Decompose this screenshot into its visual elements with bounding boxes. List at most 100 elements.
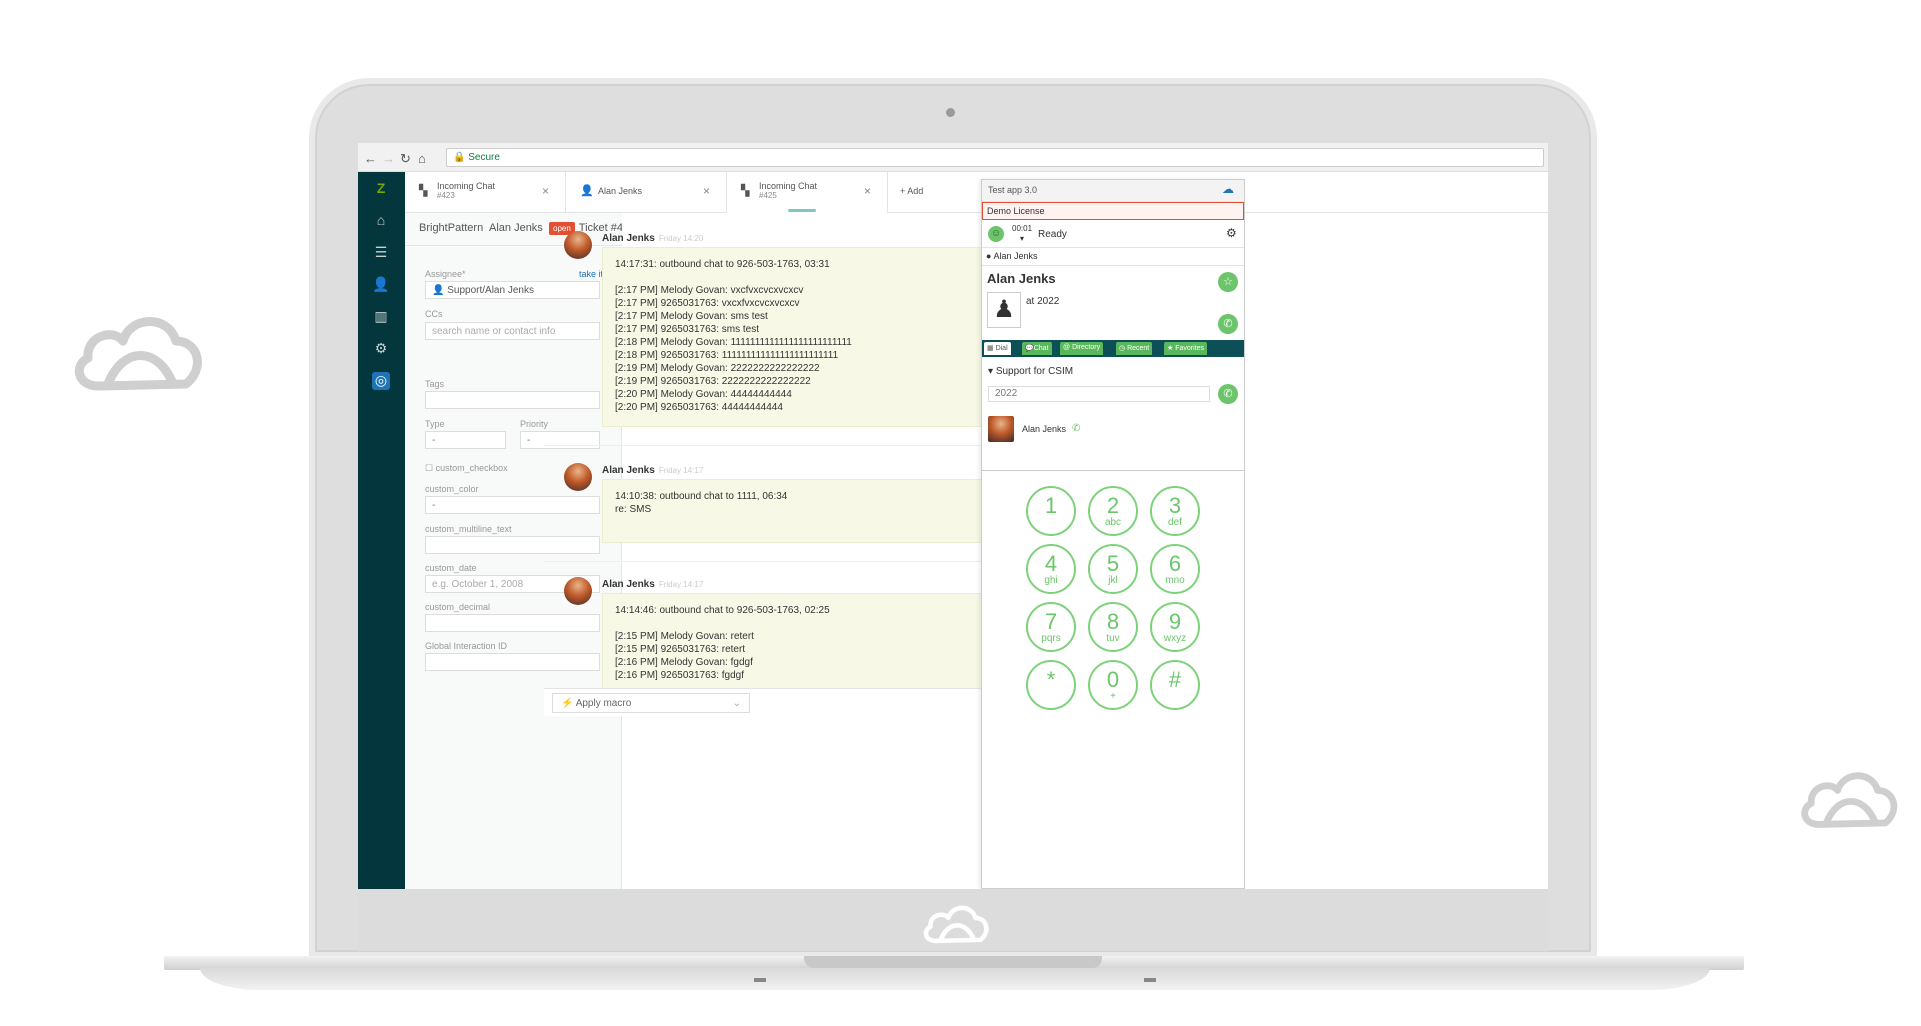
tab-directory[interactable]: @ Directory bbox=[1060, 342, 1104, 355]
back-icon[interactable]: ← bbox=[364, 151, 377, 166]
license-banner: Demo License bbox=[982, 202, 1244, 220]
tab-incoming-chat-423[interactable]: ▚ Incoming Chat #423 × bbox=[405, 172, 566, 213]
color-select[interactable]: - bbox=[425, 496, 600, 514]
assignee-field[interactable]: 👤 Support/Alan Jenks bbox=[425, 281, 600, 299]
tab-chat[interactable]: 💬Chat bbox=[1022, 342, 1052, 355]
call-icon[interactable]: ✆ bbox=[1218, 314, 1238, 334]
settings-nav-icon[interactable]: ⚙ bbox=[372, 340, 390, 358]
tab-chat-label: Chat bbox=[1033, 345, 1049, 352]
favorite-star-icon[interactable]: ☆ bbox=[1218, 272, 1238, 292]
breadcrumb-user[interactable]: Alan Jenks bbox=[489, 222, 543, 234]
tab-dial-label: Dial bbox=[995, 345, 1008, 352]
keypad-key[interactable]: 8 tuv bbox=[1088, 602, 1138, 652]
group-selector[interactable]: ▾ Support for CSIM bbox=[988, 366, 1073, 377]
keypad-key[interactable]: 7 pqrs bbox=[1026, 602, 1076, 652]
author-name: Alan Jenks bbox=[602, 579, 655, 590]
ticket-tab-bar: ▚ Incoming Chat #423 × 👤 Alan Jenks × ▚ … bbox=[405, 172, 1548, 213]
keypad-key[interactable]: 0 + bbox=[1088, 660, 1138, 710]
type-select[interactable]: - bbox=[425, 431, 506, 449]
reload-icon[interactable]: ↻ bbox=[400, 151, 411, 167]
cloud-app-icon[interactable]: ☁ bbox=[1222, 182, 1234, 196]
app-title: Test app 3.0 bbox=[988, 185, 1038, 195]
home-nav-icon[interactable]: ⌂ bbox=[372, 212, 390, 230]
divider bbox=[544, 561, 984, 562]
gear-icon[interactable]: ⚙ bbox=[1226, 226, 1237, 240]
assignee-label: Assignee* bbox=[425, 269, 466, 279]
tab-recent[interactable]: ◷ Recent bbox=[1116, 342, 1153, 355]
laptop-base-lower bbox=[200, 968, 1710, 990]
laptop-foot bbox=[754, 978, 766, 982]
key-digit: 0 bbox=[1106, 667, 1120, 692]
key-letters: def bbox=[1168, 517, 1182, 528]
contact-small-name: Alan Jenks bbox=[993, 251, 1038, 261]
chat-tab-icon: ▚ bbox=[419, 185, 428, 197]
keypad-key[interactable]: * bbox=[1026, 660, 1076, 710]
laptop-notch bbox=[804, 956, 1102, 968]
keypad-key[interactable]: # bbox=[1150, 660, 1200, 710]
reporting-nav-icon[interactable]: ▥ bbox=[372, 308, 390, 326]
keypad-key[interactable]: 5 jkl bbox=[1088, 544, 1138, 594]
contact-name: Alan Jenks bbox=[987, 271, 1056, 286]
app-nav-icon[interactable]: ◎ bbox=[372, 372, 390, 390]
tab-close-icon[interactable]: × bbox=[542, 184, 549, 198]
macro-bar: ⚡ Apply macro ⌄ bbox=[544, 688, 984, 716]
custom-checkbox[interactable]: ☐ custom_checkbox bbox=[425, 463, 508, 474]
customers-nav-icon[interactable]: 👤 bbox=[372, 276, 390, 294]
apply-macro-label: Apply macro bbox=[575, 698, 632, 709]
keypad-key[interactable]: 2 abc bbox=[1088, 486, 1138, 536]
key-letters: jkl bbox=[1108, 575, 1118, 586]
keypad-key[interactable]: 3 def bbox=[1150, 486, 1200, 536]
key-digit: 5 bbox=[1106, 551, 1120, 576]
dial-input[interactable]: 2022 bbox=[988, 386, 1210, 402]
contact-small: ● Alan Jenks bbox=[986, 251, 1038, 261]
tab-incoming-chat-425[interactable]: ▚ Incoming Chat #425 × bbox=[727, 172, 888, 213]
dial-call-icon[interactable]: ✆ bbox=[1218, 384, 1238, 404]
cloud-logo-left-icon bbox=[74, 317, 202, 391]
key-letters: wxyz bbox=[1163, 633, 1187, 644]
global-id-input[interactable] bbox=[425, 653, 600, 671]
priority-select[interactable]: - bbox=[520, 431, 600, 449]
active-contact-row: ● Alan Jenks bbox=[982, 248, 1244, 266]
keypad-key[interactable]: 9 wxyz bbox=[1150, 602, 1200, 652]
keypad-key[interactable]: 4 ghi bbox=[1026, 544, 1076, 594]
tab-alan-jenks[interactable]: 👤 Alan Jenks × bbox=[566, 172, 727, 213]
scroll-indicator bbox=[788, 209, 816, 212]
tab-close-icon[interactable]: × bbox=[864, 184, 871, 198]
chevron-down-icon[interactable]: ▾ bbox=[1020, 234, 1024, 243]
status-label: Ready bbox=[1038, 229, 1067, 240]
key-letters: tuv bbox=[1106, 633, 1120, 644]
add-tab-button[interactable]: + Add bbox=[888, 172, 968, 213]
keypad-key[interactable]: 6 mno bbox=[1150, 544, 1200, 594]
author-name: Alan Jenks bbox=[602, 465, 655, 476]
chevron-down-icon: ⌄ bbox=[732, 698, 741, 709]
agent-status-icon[interactable]: ☺ bbox=[988, 226, 1004, 242]
home-icon[interactable]: ⌂ bbox=[418, 151, 426, 166]
apply-macro-select[interactable]: ⚡ Apply macro ⌄ bbox=[552, 693, 750, 713]
decimal-input[interactable] bbox=[425, 614, 600, 632]
tab-title: Alan Jenks bbox=[598, 186, 643, 196]
result-name[interactable]: Alan Jenks bbox=[1022, 424, 1066, 434]
phone-icon[interactable]: ✆ bbox=[1072, 423, 1080, 434]
ccs-input[interactable]: search name or contact info bbox=[425, 322, 600, 340]
views-nav-icon[interactable]: ☰ bbox=[372, 244, 390, 262]
tab-subtitle: #425 bbox=[759, 191, 777, 200]
take-it-link[interactable]: take it bbox=[579, 269, 603, 279]
forward-icon[interactable]: → bbox=[382, 151, 395, 166]
tab-dial[interactable]: ▦ Dial bbox=[984, 342, 1011, 355]
date-label: custom_date bbox=[425, 563, 477, 573]
multiline-label: custom_multiline_text bbox=[425, 524, 512, 534]
breadcrumb-org[interactable]: BrightPattern bbox=[419, 222, 483, 234]
tab-close-icon[interactable]: × bbox=[703, 184, 710, 198]
decimal-label: custom_decimal bbox=[425, 602, 491, 612]
tab-favorites[interactable]: ★ Favorites bbox=[1164, 342, 1208, 355]
message-bubble: 14:10:38: outbound chat to 1111, 06:34 r… bbox=[602, 479, 1002, 543]
softphone-panel: Test app 3.0 ☁ Demo License ☺ 00:01 ▾ Re… bbox=[981, 179, 1245, 889]
multiline-input[interactable] bbox=[425, 536, 600, 554]
checkbox-label: custom_checkbox bbox=[435, 463, 508, 473]
laptop-foot bbox=[1144, 978, 1156, 982]
tags-input[interactable] bbox=[425, 391, 600, 409]
camera-icon bbox=[946, 108, 955, 117]
address-bar[interactable]: 🔒 Secure bbox=[446, 148, 1544, 167]
keypad-key[interactable]: 1 bbox=[1026, 486, 1076, 536]
zendesk-logo-icon: Z bbox=[376, 180, 386, 196]
